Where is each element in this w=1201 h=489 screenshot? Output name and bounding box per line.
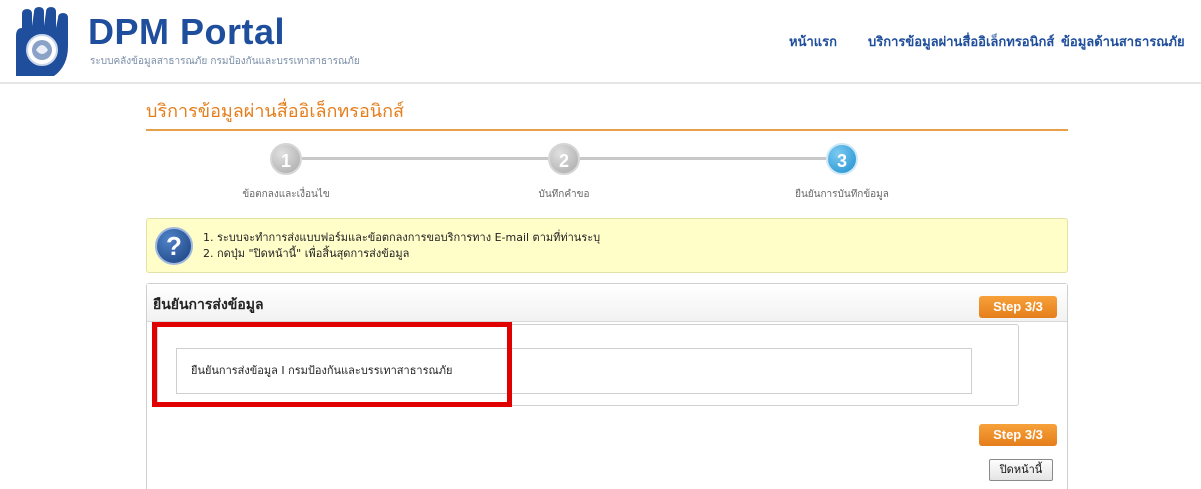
step-badge-bottom: Step 3/3	[979, 424, 1057, 446]
info-notice: ? 1. ระบบจะทำการส่งแบบฟอร์มและข้อตกลงการ…	[146, 218, 1068, 273]
step-3-label: ยืนยันการบันทึกข้อมูล	[795, 189, 889, 200]
dpm-emblem-icon	[16, 7, 68, 76]
question-icon: ?	[155, 227, 193, 265]
site-logo-subtitle: ระบบคลังข้อมูลสาธารณภัย กรมป้องกันและบรร…	[90, 56, 360, 67]
step-2-circle: 2	[548, 143, 580, 175]
title-divider	[146, 129, 1068, 131]
nav-item-disaster-data[interactable]: ข้อมูลด้านสาธารณภัย	[1061, 32, 1185, 54]
step-connector-2-3	[580, 157, 828, 160]
step-2-label: บันทึกคำขอ	[538, 189, 590, 200]
step-badge-top: Step 3/3	[979, 296, 1057, 318]
step-1-label: ข้อตกลงและเงื่อนไข	[242, 189, 330, 200]
step-1-circle: 1	[270, 143, 302, 175]
step-3-circle: 3	[826, 143, 858, 175]
highlight-annotation	[152, 322, 512, 407]
nav-item-home[interactable]: หน้าแรก	[789, 32, 837, 54]
nav-item-e-services[interactable]: บริการข้อมูลผ่านสื่ออิเล็กทรอนิกส์	[868, 32, 1054, 54]
step-connector-1-2	[302, 157, 548, 160]
info-line-1: 1. ระบบจะทำการส่งแบบฟอร์มและข้อตกลงการขอ…	[203, 231, 601, 244]
info-line-2: 2. กดปุ่ม "ปิดหน้านี้" เพื่อสิ้นสุดการส่…	[203, 247, 410, 260]
panel-title: ยืนยันการส่งข้อมูล	[153, 297, 264, 313]
close-page-button[interactable]: ปิดหน้านี้	[989, 459, 1053, 481]
site-logo-title[interactable]: DPM Portal	[88, 12, 285, 52]
page-title: บริการข้อมูลผ่านสื่ออิเล็กทรอนิกส์	[146, 101, 404, 122]
top-nav: หน้าแรก บริการข้อมูลผ่านสื่ออิเล็กทรอนิก…	[761, 32, 1201, 56]
panel-header: ยืนยันการส่งข้อมูล Step 3/3	[147, 284, 1067, 322]
site-header: DPM Portal ระบบคลังข้อมูลสาธารณภัย กรมป้…	[0, 0, 1201, 84]
